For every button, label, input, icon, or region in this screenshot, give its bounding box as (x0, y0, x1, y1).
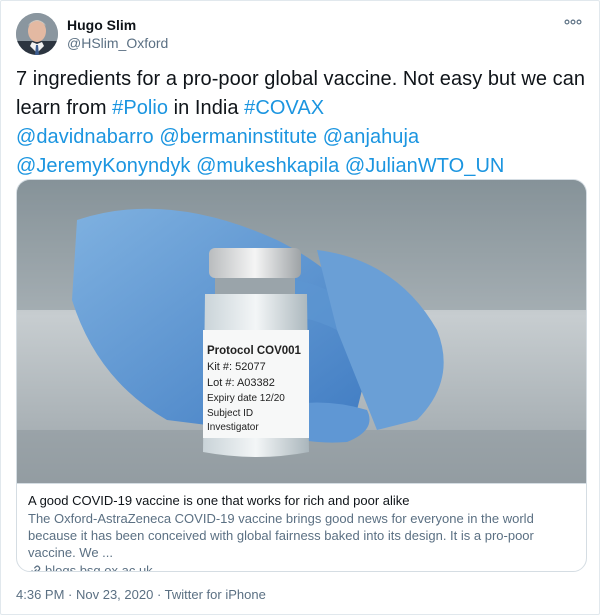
vial-label-lot: Lot #: A03382 (207, 377, 275, 389)
vaccine-vial-image: Protocol COV001 Kit #: 52077 Lot #: A033… (17, 180, 586, 483)
author-name[interactable]: Hugo Slim (67, 16, 168, 34)
mention-jeremykonyndyk[interactable]: @JeremyKonyndyk (16, 155, 190, 177)
link-card[interactable]: Protocol COV001 Kit #: 52077 Lot #: A033… (16, 179, 587, 572)
meta-separator: · (153, 587, 165, 602)
card-image: Protocol COV001 Kit #: 52077 Lot #: A033… (17, 180, 586, 483)
tweet-date[interactable]: Nov 23, 2020 (76, 587, 153, 602)
tweet-time[interactable]: 4:36 PM (16, 587, 64, 602)
tweet-source[interactable]: Twitter for iPhone (165, 587, 266, 602)
card-description: The Oxford-AstraZeneca COVID-19 vaccine … (28, 511, 534, 560)
vial-label-investigator: Investigator (207, 422, 259, 433)
tweet-text-part: in India (168, 97, 245, 119)
more-button[interactable] (564, 15, 582, 29)
mention-davidnabarro[interactable]: @davidnabarro (16, 126, 154, 148)
card-domain-text: blogs.bsg.ox.ac.uk (45, 563, 153, 572)
hashtag-covax[interactable]: #COVAX (244, 97, 324, 119)
vial-label-subject: Subject ID (207, 408, 253, 419)
avatar[interactable] (16, 13, 58, 55)
card-body: A good COVID-19 vaccine is one that work… (17, 483, 586, 572)
mention-bermaninstitute[interactable]: @bermaninstitute (159, 126, 317, 148)
author-info: Hugo Slim @HSlim_Oxford (67, 16, 168, 52)
meta-separator: · (64, 587, 76, 602)
mention-julianwto-un[interactable]: @JulianWTO_UN (345, 155, 505, 177)
mention-anjahuja[interactable]: @anjahuja (323, 126, 419, 148)
author-handle[interactable]: @HSlim_Oxford (67, 34, 168, 52)
avatar-image (16, 13, 58, 55)
card-title: A good COVID-19 vaccine is one that work… (28, 493, 410, 508)
mention-mukeshkapila[interactable]: @mukeshkapila (196, 155, 339, 177)
link-icon (30, 564, 41, 571)
vial-label-kit: Kit #: 52077 (207, 361, 266, 373)
tweet-text: 7 ingredients for a pro-poor global vacc… (16, 65, 591, 181)
tweet: Hugo Slim @HSlim_Oxford 7 ingredients fo… (0, 0, 600, 615)
tweet-meta: 4:36 PM · Nov 23, 2020 · Twitter for iPh… (16, 586, 266, 603)
more-icon (564, 19, 582, 25)
vial-label-expiry: Expiry date 12/20 (207, 393, 285, 404)
vial-label-title: Protocol COV001 (207, 345, 302, 357)
tweet-header: Hugo Slim @HSlim_Oxford (16, 13, 584, 57)
hashtag-polio[interactable]: #Polio (112, 97, 168, 119)
card-domain: blogs.bsg.ox.ac.uk (28, 562, 578, 572)
